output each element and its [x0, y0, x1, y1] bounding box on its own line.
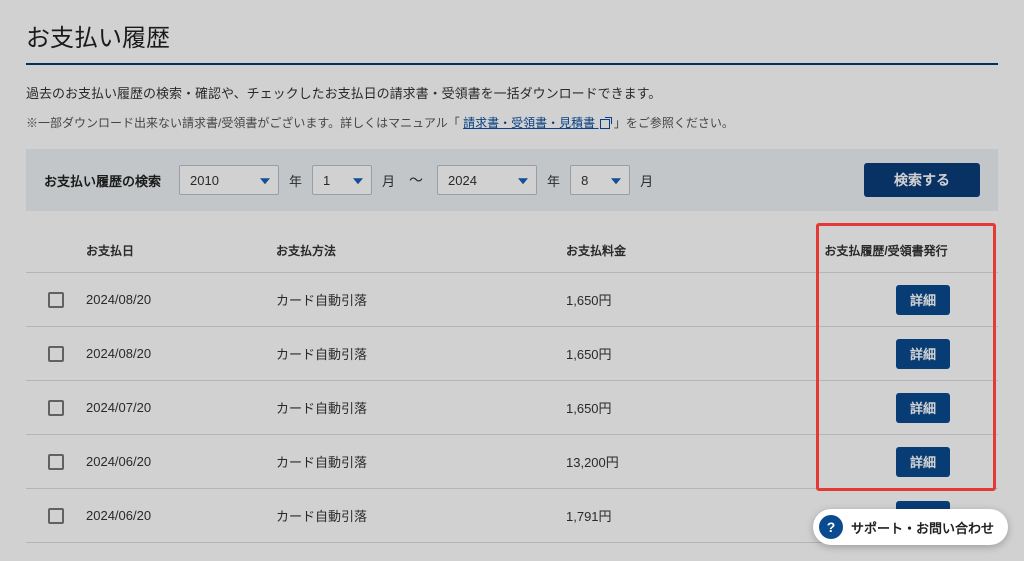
detail-button[interactable]: 詳細: [896, 285, 950, 315]
note-text: ※一部ダウンロード出来ない請求書/受領書がございます。詳しくはマニュアル「 請求…: [26, 114, 998, 131]
external-link-icon: [600, 119, 610, 129]
year-unit: 年: [289, 171, 302, 190]
row-checkbox[interactable]: [48, 400, 64, 416]
manual-link[interactable]: 請求書・受領書・見積書: [463, 116, 610, 130]
row-checkbox[interactable]: [48, 454, 64, 470]
payment-table: お支払日 お支払方法 お支払料金 お支払履歴/受領書発行 2024/08/20 …: [26, 229, 998, 543]
table-header-row: お支払日 お支払方法 お支払料金 お支払履歴/受領書発行: [26, 229, 998, 273]
page-title: お支払い履歴: [26, 18, 998, 65]
search-button[interactable]: 検索する: [864, 163, 980, 197]
cell-amount: 1,791円: [566, 506, 796, 525]
from-year-select[interactable]: 2010: [179, 165, 279, 195]
description-text: 過去のお支払い履歴の検索・確認や、チェックしたお支払日の請求書・受領書を一括ダウ…: [26, 83, 998, 102]
row-checkbox[interactable]: [48, 292, 64, 308]
cell-date: 2024/06/20: [86, 508, 276, 523]
cell-method: カード自動引落: [276, 344, 566, 363]
cell-amount: 1,650円: [566, 398, 796, 417]
table-row: 2024/08/20 カード自動引落 1,650円 詳細: [26, 273, 998, 327]
cell-amount: 13,200円: [566, 452, 796, 471]
cell-method: カード自動引落: [276, 398, 566, 417]
table-row: 2024/06/20 カード自動引落 13,200円 詳細: [26, 435, 998, 489]
support-chip[interactable]: ? サポート・お問い合わせ: [813, 509, 1008, 545]
col-action: お支払履歴/受領書発行: [796, 242, 976, 259]
table-row: 2024/07/20 カード自動引落 1,650円 詳細: [26, 381, 998, 435]
cell-date: 2024/08/20: [86, 292, 276, 307]
from-month-select[interactable]: 1: [312, 165, 372, 195]
year-unit: 年: [547, 171, 560, 190]
note-prefix: ※一部ダウンロード出来ない請求書/受領書がございます。詳しくはマニュアル「: [26, 116, 460, 130]
row-checkbox[interactable]: [48, 346, 64, 362]
cell-date: 2024/08/20: [86, 346, 276, 361]
cell-date: 2024/07/20: [86, 400, 276, 415]
support-label: サポート・お問い合わせ: [851, 518, 994, 537]
search-panel: お支払い履歴の検索 2010 年 1 月 ～ 2024 年 8 月 検索する: [26, 149, 998, 211]
table-row: 2024/08/20 カード自動引落 1,650円 詳細: [26, 327, 998, 381]
range-separator: ～: [409, 170, 423, 190]
cell-method: カード自動引落: [276, 290, 566, 309]
cell-method: カード自動引落: [276, 452, 566, 471]
detail-button[interactable]: 詳細: [896, 339, 950, 369]
row-checkbox[interactable]: [48, 508, 64, 524]
note-suffix: 」をご参照ください。: [614, 116, 734, 130]
to-year-select[interactable]: 2024: [437, 165, 537, 195]
col-method: お支払方法: [276, 242, 566, 259]
cell-amount: 1,650円: [566, 290, 796, 309]
detail-button[interactable]: 詳細: [896, 393, 950, 423]
detail-button[interactable]: 詳細: [896, 447, 950, 477]
cell-amount: 1,650円: [566, 344, 796, 363]
month-unit: 月: [382, 171, 395, 190]
cell-date: 2024/06/20: [86, 454, 276, 469]
col-amount: お支払料金: [566, 242, 796, 259]
help-icon: ?: [819, 515, 843, 539]
cell-method: カード自動引落: [276, 506, 566, 525]
col-date: お支払日: [86, 242, 276, 259]
to-month-select[interactable]: 8: [570, 165, 630, 195]
search-label: お支払い履歴の検索: [44, 171, 161, 190]
month-unit: 月: [640, 171, 653, 190]
